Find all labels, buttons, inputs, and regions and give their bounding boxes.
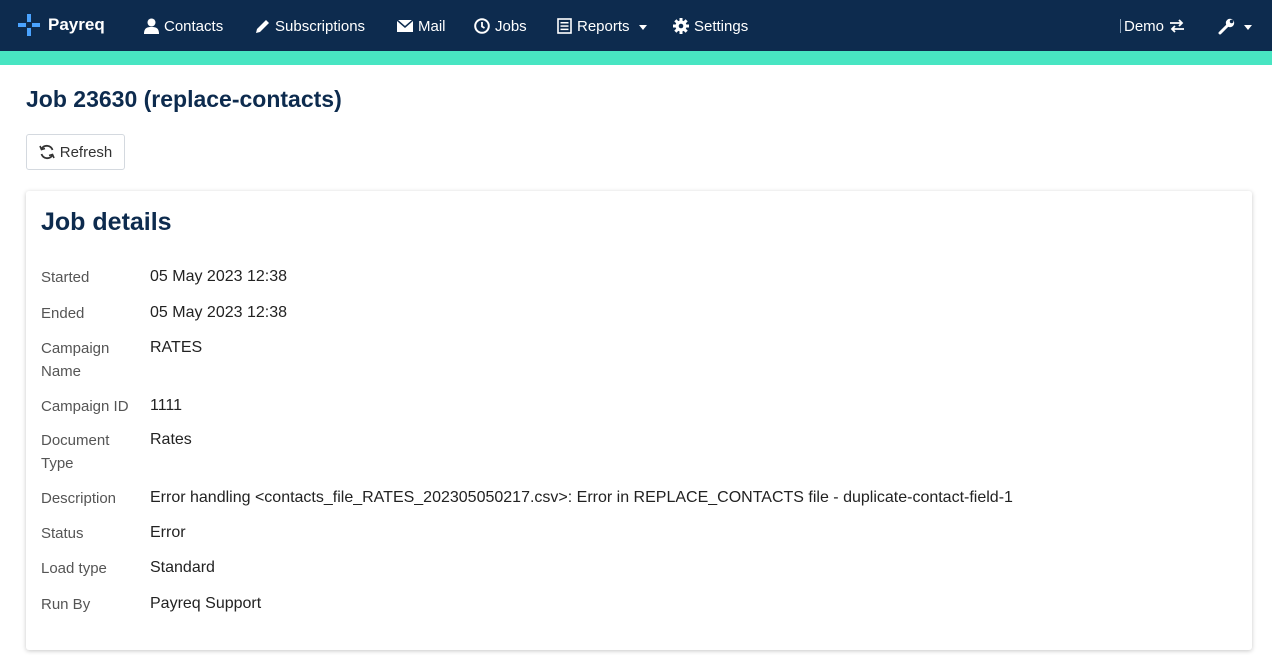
wrench-icon bbox=[1218, 18, 1235, 34]
pencil-icon bbox=[256, 19, 269, 33]
payreq-logo-icon bbox=[18, 14, 40, 36]
detail-value: Rates bbox=[150, 431, 192, 448]
nav-mail[interactable]: Mail bbox=[397, 14, 446, 38]
navbar-divider bbox=[1120, 19, 1121, 33]
nav-settings-label: Settings bbox=[694, 17, 749, 35]
refresh-icon bbox=[38, 144, 55, 160]
nav-jobs-label: Jobs bbox=[495, 17, 527, 35]
detail-label: Ended bbox=[41, 305, 85, 322]
user-icon bbox=[144, 18, 159, 34]
nav-reports-dropdown[interactable]: Reports bbox=[557, 14, 647, 38]
switch-arrows-icon bbox=[1170, 19, 1185, 33]
brand-logo[interactable]: Payreq bbox=[18, 12, 105, 38]
detail-value: 05 May 2023 12:38 bbox=[150, 268, 287, 285]
detail-value: Standard bbox=[150, 559, 215, 576]
nav-reports-label: Reports bbox=[577, 17, 630, 35]
nav-subscriptions-label: Subscriptions bbox=[275, 17, 366, 35]
detail-label: Status bbox=[41, 525, 84, 542]
detail-value: Error bbox=[150, 524, 186, 541]
detail-value: Error handling <contacts_file_RATES_2023… bbox=[150, 489, 1013, 506]
detail-value: 1111 bbox=[150, 397, 183, 414]
clock-icon bbox=[474, 18, 490, 34]
detail-label: Campaign Name bbox=[41, 340, 110, 380]
nav-contacts[interactable]: Contacts bbox=[144, 14, 223, 38]
account-switcher[interactable]: Demo bbox=[1124, 14, 1185, 38]
detail-value: RATES bbox=[150, 339, 203, 356]
refresh-label: Refresh bbox=[59, 143, 113, 161]
gear-icon bbox=[673, 18, 689, 34]
nav-contacts-label: Contacts bbox=[164, 17, 224, 35]
refresh-button[interactable]: Refresh bbox=[26, 134, 125, 170]
brand-name: Payreq bbox=[48, 15, 105, 34]
detail-value: Payreq Support bbox=[150, 595, 262, 612]
envelope-icon bbox=[397, 20, 413, 32]
detail-label: Started bbox=[41, 269, 90, 286]
detail-label: Document Type bbox=[41, 432, 110, 472]
card-title: Job details bbox=[41, 208, 172, 236]
nav-subscriptions[interactable]: Subscriptions bbox=[255, 14, 365, 38]
detail-label: Run By bbox=[41, 596, 91, 613]
detail-value: 05 May 2023 12:38 bbox=[150, 304, 287, 321]
accent-bar bbox=[0, 51, 1272, 65]
detail-label: Load type bbox=[41, 560, 107, 577]
nav-mail-label: Mail bbox=[418, 17, 446, 35]
account-name: Demo bbox=[1124, 17, 1165, 35]
chevron-down-icon bbox=[638, 24, 647, 30]
nav-jobs[interactable]: Jobs bbox=[474, 14, 527, 38]
top-navbar: Payreq Contacts Subscriptions Mail Jobs bbox=[0, 0, 1272, 51]
detail-label: Campaign ID bbox=[41, 398, 129, 415]
tools-dropdown[interactable] bbox=[1218, 14, 1252, 38]
detail-label: Description bbox=[41, 490, 117, 507]
nav-settings[interactable]: Settings bbox=[673, 14, 748, 38]
job-details-card: Job details Started 05 May 2023 12:38 En… bbox=[26, 191, 1252, 650]
page-title: Job 23630 (replace-contacts) bbox=[26, 86, 342, 112]
list-icon bbox=[557, 18, 572, 34]
chevron-down-icon bbox=[1244, 24, 1252, 30]
